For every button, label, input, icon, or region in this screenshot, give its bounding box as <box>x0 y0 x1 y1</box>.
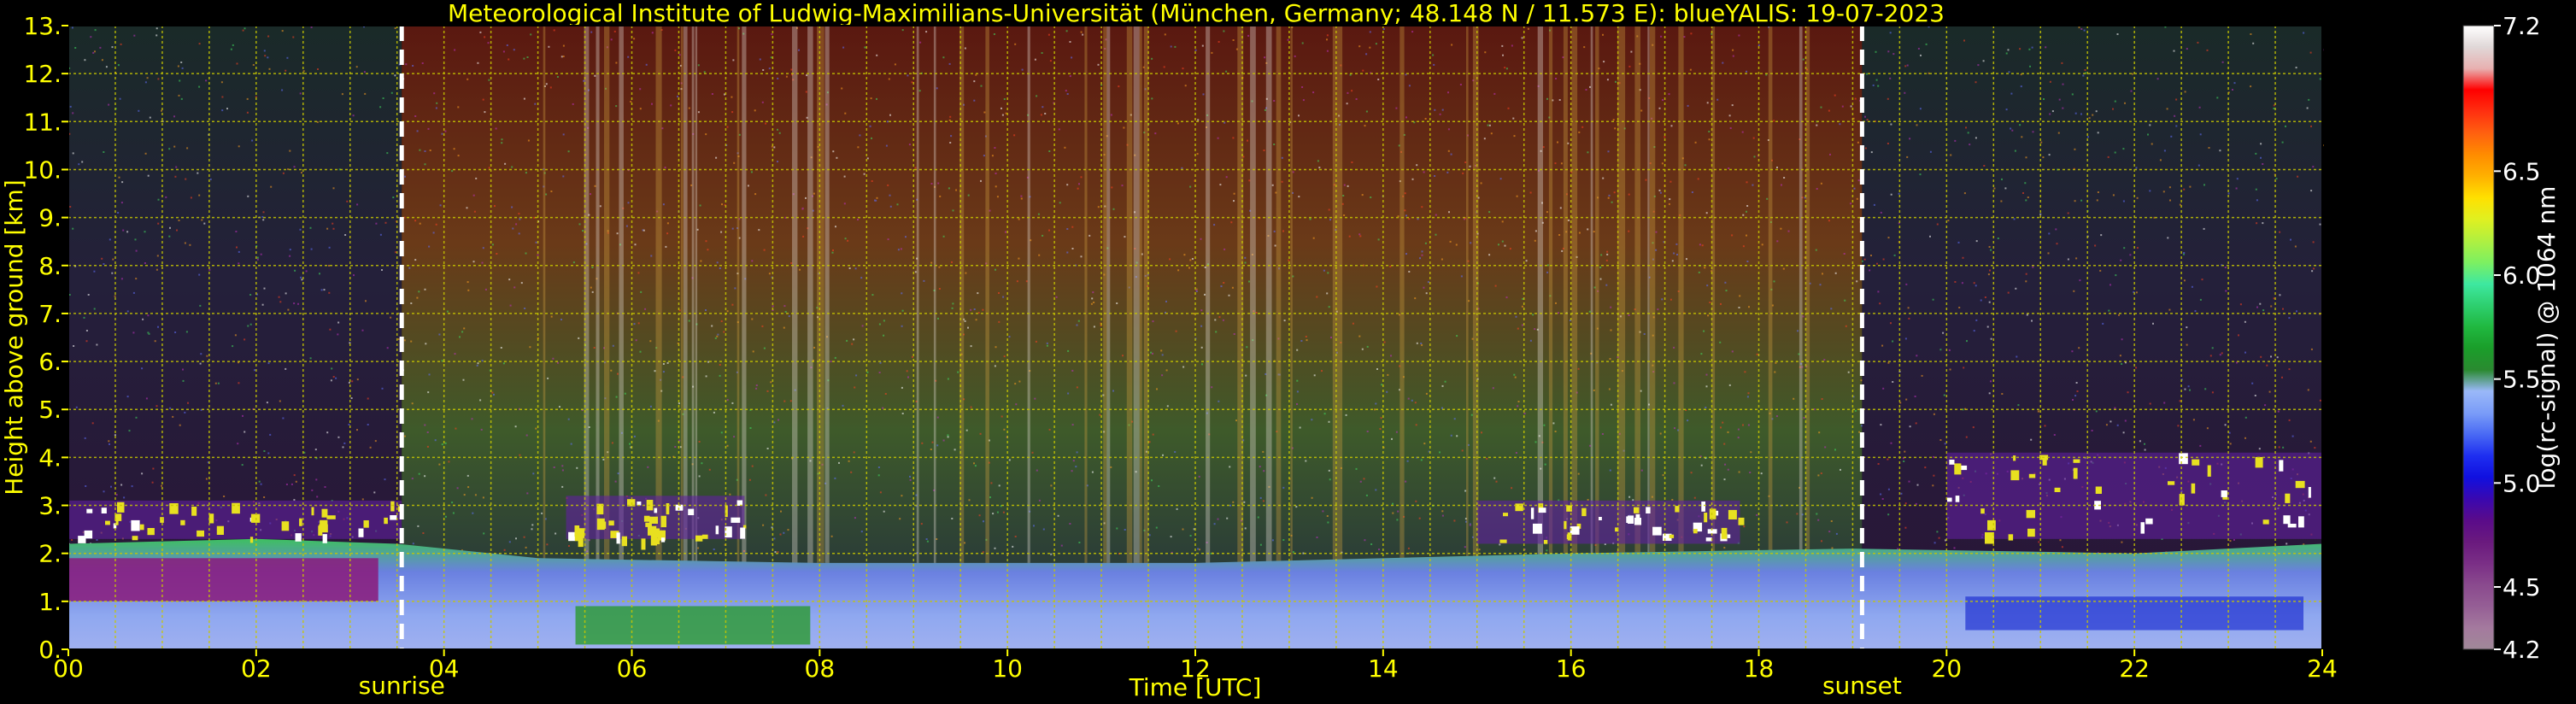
colorbar-gradient <box>2462 25 2495 650</box>
y-tick-label: 8. <box>38 252 62 280</box>
y-tick-label: 10. <box>23 155 62 184</box>
cloud-layer <box>68 500 402 543</box>
colorbar-tick-label: 6.5 <box>2503 157 2541 185</box>
colorbar: 4.24.55.05.56.06.57.2log(rc-signal) @ 10… <box>2462 12 2561 664</box>
x-tick-label: 14 <box>1368 654 1399 683</box>
x-tick-label: 24 <box>2307 654 2338 683</box>
x-axis-label: Time [UTC] <box>1129 673 1262 701</box>
x-tick-label: 16 <box>1556 654 1587 683</box>
x-tick-label: 02 <box>241 654 272 683</box>
x-tick-label: 08 <box>805 654 836 683</box>
y-tick-label: 9. <box>38 204 62 232</box>
x-tick-label: 06 <box>617 654 648 683</box>
x-tick-label: 10 <box>992 654 1023 683</box>
sunrise-label: sunrise <box>359 672 445 700</box>
x-tick-label: 20 <box>1932 654 1963 683</box>
colorbar-tick-label: 4.5 <box>2503 573 2541 601</box>
colorbar-label: log(rc-signal) @ 1064 nm <box>2532 186 2561 490</box>
y-tick-label: 1. <box>38 588 62 616</box>
lidar-chart: 0.1.2.3.4.5.6.7.8.9.10.11.12.13.00 02 04 06… <box>0 12 2561 701</box>
y-axis-ticks: 0.1.2.3.4.5.6.7.8.9.10.11.12.13. <box>23 12 68 664</box>
y-tick-label: 11. <box>23 108 62 136</box>
y-tick-label: 7. <box>38 300 62 328</box>
y-tick-label: 13. <box>23 12 62 40</box>
y-tick-label: 6. <box>38 348 62 376</box>
y-tick-label: 12. <box>23 60 62 88</box>
sunset-label: sunset <box>1822 672 1902 700</box>
y-tick-label: 3. <box>38 492 62 520</box>
y-tick-label: 4. <box>38 443 62 472</box>
y-axis-label: Height above ground [km] <box>0 179 28 496</box>
aerosol-layer <box>575 606 811 645</box>
x-tick-label: 00 <box>53 654 84 683</box>
colorbar-tick-label: 4.2 <box>2503 636 2541 664</box>
y-tick-label: 5. <box>38 396 62 424</box>
cloud-layer <box>1476 500 1745 544</box>
x-tick-label: 22 <box>2119 654 2150 683</box>
heatmap <box>68 26 2324 649</box>
colorbar-tick-label: 7.2 <box>2503 12 2541 40</box>
x-tick-label: 18 <box>1744 654 1775 683</box>
y-tick-label: 2. <box>38 540 62 568</box>
